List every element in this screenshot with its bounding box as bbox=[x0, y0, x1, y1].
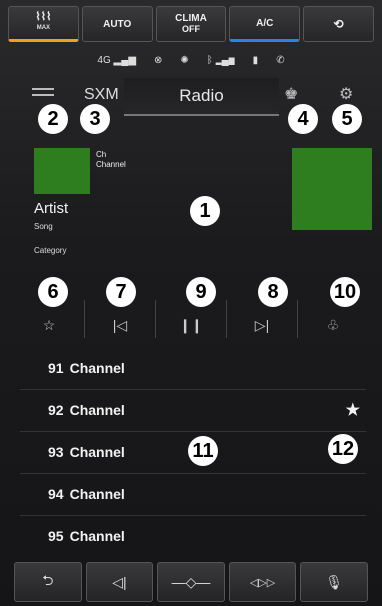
settings-gear-icon[interactable]: ⚙ bbox=[339, 84, 353, 104]
alert-button[interactable]: ♧ bbox=[298, 300, 368, 338]
auto-label: AUTO bbox=[103, 18, 132, 30]
callout-12: 12 bbox=[328, 434, 358, 464]
clima-label: CLIMA bbox=[175, 13, 207, 24]
channel-label: Channel bbox=[96, 160, 126, 169]
callout-3: 3 bbox=[80, 104, 110, 134]
skip-back-icon: |◁ bbox=[112, 317, 128, 333]
callout-11: 11 bbox=[188, 436, 218, 466]
bottom-bar: ⮌ ◁| —◇— ◁▷▷ 🎙 bbox=[14, 562, 368, 602]
ac-button[interactable]: A/C bbox=[229, 6, 301, 42]
microphone-icon: 🎙 bbox=[325, 573, 344, 590]
volume-button[interactable]: ◁| bbox=[85, 562, 154, 602]
channel-row[interactable]: 95 Channel bbox=[20, 516, 366, 557]
clima-off-button[interactable]: CLIMA OFF bbox=[155, 6, 227, 42]
climate-bar: ⌇⌇⌇ MAX AUTO CLIMA OFF A/C ⟲ bbox=[8, 6, 374, 42]
home-icon: —◇— bbox=[171, 573, 211, 590]
cell-signal-icon: ▂▄▆ bbox=[113, 54, 137, 66]
bluetooth-icon: ᛒ ▂▄▆ bbox=[206, 54, 235, 66]
star-icon: ☆ bbox=[42, 317, 56, 333]
callout-5: 5 bbox=[332, 104, 362, 134]
seatbelt-icon: ⊗ bbox=[154, 54, 163, 66]
auto-button[interactable]: AUTO bbox=[81, 6, 153, 42]
album-art bbox=[292, 148, 372, 230]
back-button[interactable]: ⮌ bbox=[14, 562, 82, 602]
skip-forward-icon: ▷| bbox=[254, 317, 270, 333]
back-arrow-icon: ⮌ bbox=[42, 572, 54, 588]
clima-off-label: OFF bbox=[181, 24, 200, 34]
max-defrost-button[interactable]: ⌇⌇⌇ MAX bbox=[8, 6, 79, 42]
voice-button[interactable]: 🎙 bbox=[300, 562, 368, 602]
seek-button[interactable]: ◁▷▷ bbox=[228, 562, 297, 602]
playback-controls: ☆ |◁ ❙❙ ▷| ♧ bbox=[14, 300, 368, 338]
radio-tab[interactable]: Radio bbox=[124, 78, 279, 116]
speaker-icon: ◁| bbox=[112, 573, 127, 590]
pause-icon: ❙❙ bbox=[179, 317, 203, 333]
channel-row[interactable]: 94 Channel bbox=[20, 474, 366, 516]
callout-2: 2 bbox=[38, 104, 68, 134]
home-button[interactable]: —◇— bbox=[157, 562, 225, 602]
max-label: MAX bbox=[36, 25, 51, 31]
status-bar: 4G ▂▄▆ ⊗ ✺ ᛒ ▂▄▆ ▮ ✆ bbox=[0, 48, 382, 72]
channel-row[interactable]: 92 Channel ★ bbox=[20, 390, 366, 432]
recirculation-button[interactable]: ⟲ bbox=[303, 6, 374, 42]
favorites-icon[interactable]: ♚ bbox=[284, 84, 298, 104]
next-button[interactable]: ▷| bbox=[227, 300, 298, 338]
signal-4g: 4G ▂▄▆ bbox=[97, 54, 137, 66]
radio-screen: ⌇⌇⌇ MAX AUTO CLIMA OFF A/C ⟲ 4G ▂▄▆ ⊗ ✺ ᛒ … bbox=[0, 0, 382, 606]
defrost-icon: ⌇⌇⌇ bbox=[35, 11, 52, 23]
pause-button[interactable]: ❙❙ bbox=[156, 300, 227, 338]
channel-info: Ch Channel bbox=[96, 150, 126, 170]
menu-icon[interactable] bbox=[32, 88, 54, 90]
artist-name: Artist bbox=[34, 200, 69, 217]
ac-label: A/C bbox=[256, 17, 274, 29]
channel-logo bbox=[34, 148, 90, 194]
channel-row[interactable]: 91 Channel bbox=[20, 348, 366, 390]
category-name: Category bbox=[34, 246, 67, 255]
battery-icon: ▮ bbox=[252, 54, 259, 66]
callout-1: 1 bbox=[190, 196, 220, 226]
song-name: Song bbox=[34, 222, 53, 231]
phone-icon: ✆ bbox=[276, 54, 285, 66]
satellite-icon: ✺ bbox=[180, 54, 189, 66]
source-sxm-button[interactable]: SXM bbox=[84, 86, 119, 104]
bell-icon: ♧ bbox=[326, 317, 340, 333]
previous-button[interactable]: |◁ bbox=[85, 300, 156, 338]
ch-label: Ch bbox=[96, 150, 107, 159]
recirculation-icon: ⟲ bbox=[333, 16, 344, 31]
favorite-star-button[interactable]: ☆ bbox=[14, 300, 85, 338]
seek-icon: ◁▷▷ bbox=[249, 576, 276, 589]
favorite-star-icon[interactable]: ★ bbox=[346, 390, 360, 431]
callout-4: 4 bbox=[288, 104, 318, 134]
